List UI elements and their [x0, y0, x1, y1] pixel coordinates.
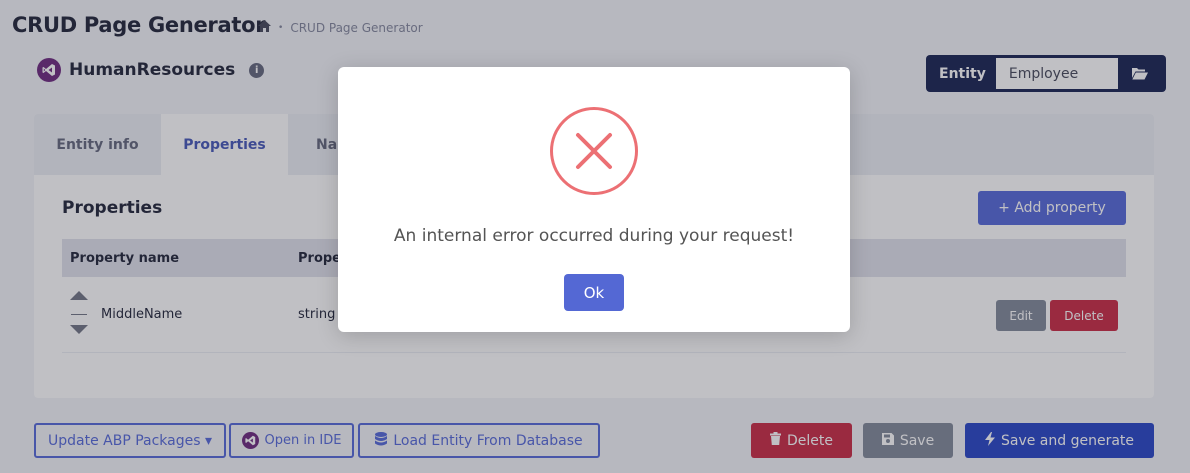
error-x-icon	[550, 107, 638, 195]
ok-button[interactable]: Ok	[564, 274, 624, 311]
error-dialog: An internal error occurred during your r…	[338, 67, 850, 332]
error-message: An internal error occurred during your r…	[393, 226, 795, 246]
